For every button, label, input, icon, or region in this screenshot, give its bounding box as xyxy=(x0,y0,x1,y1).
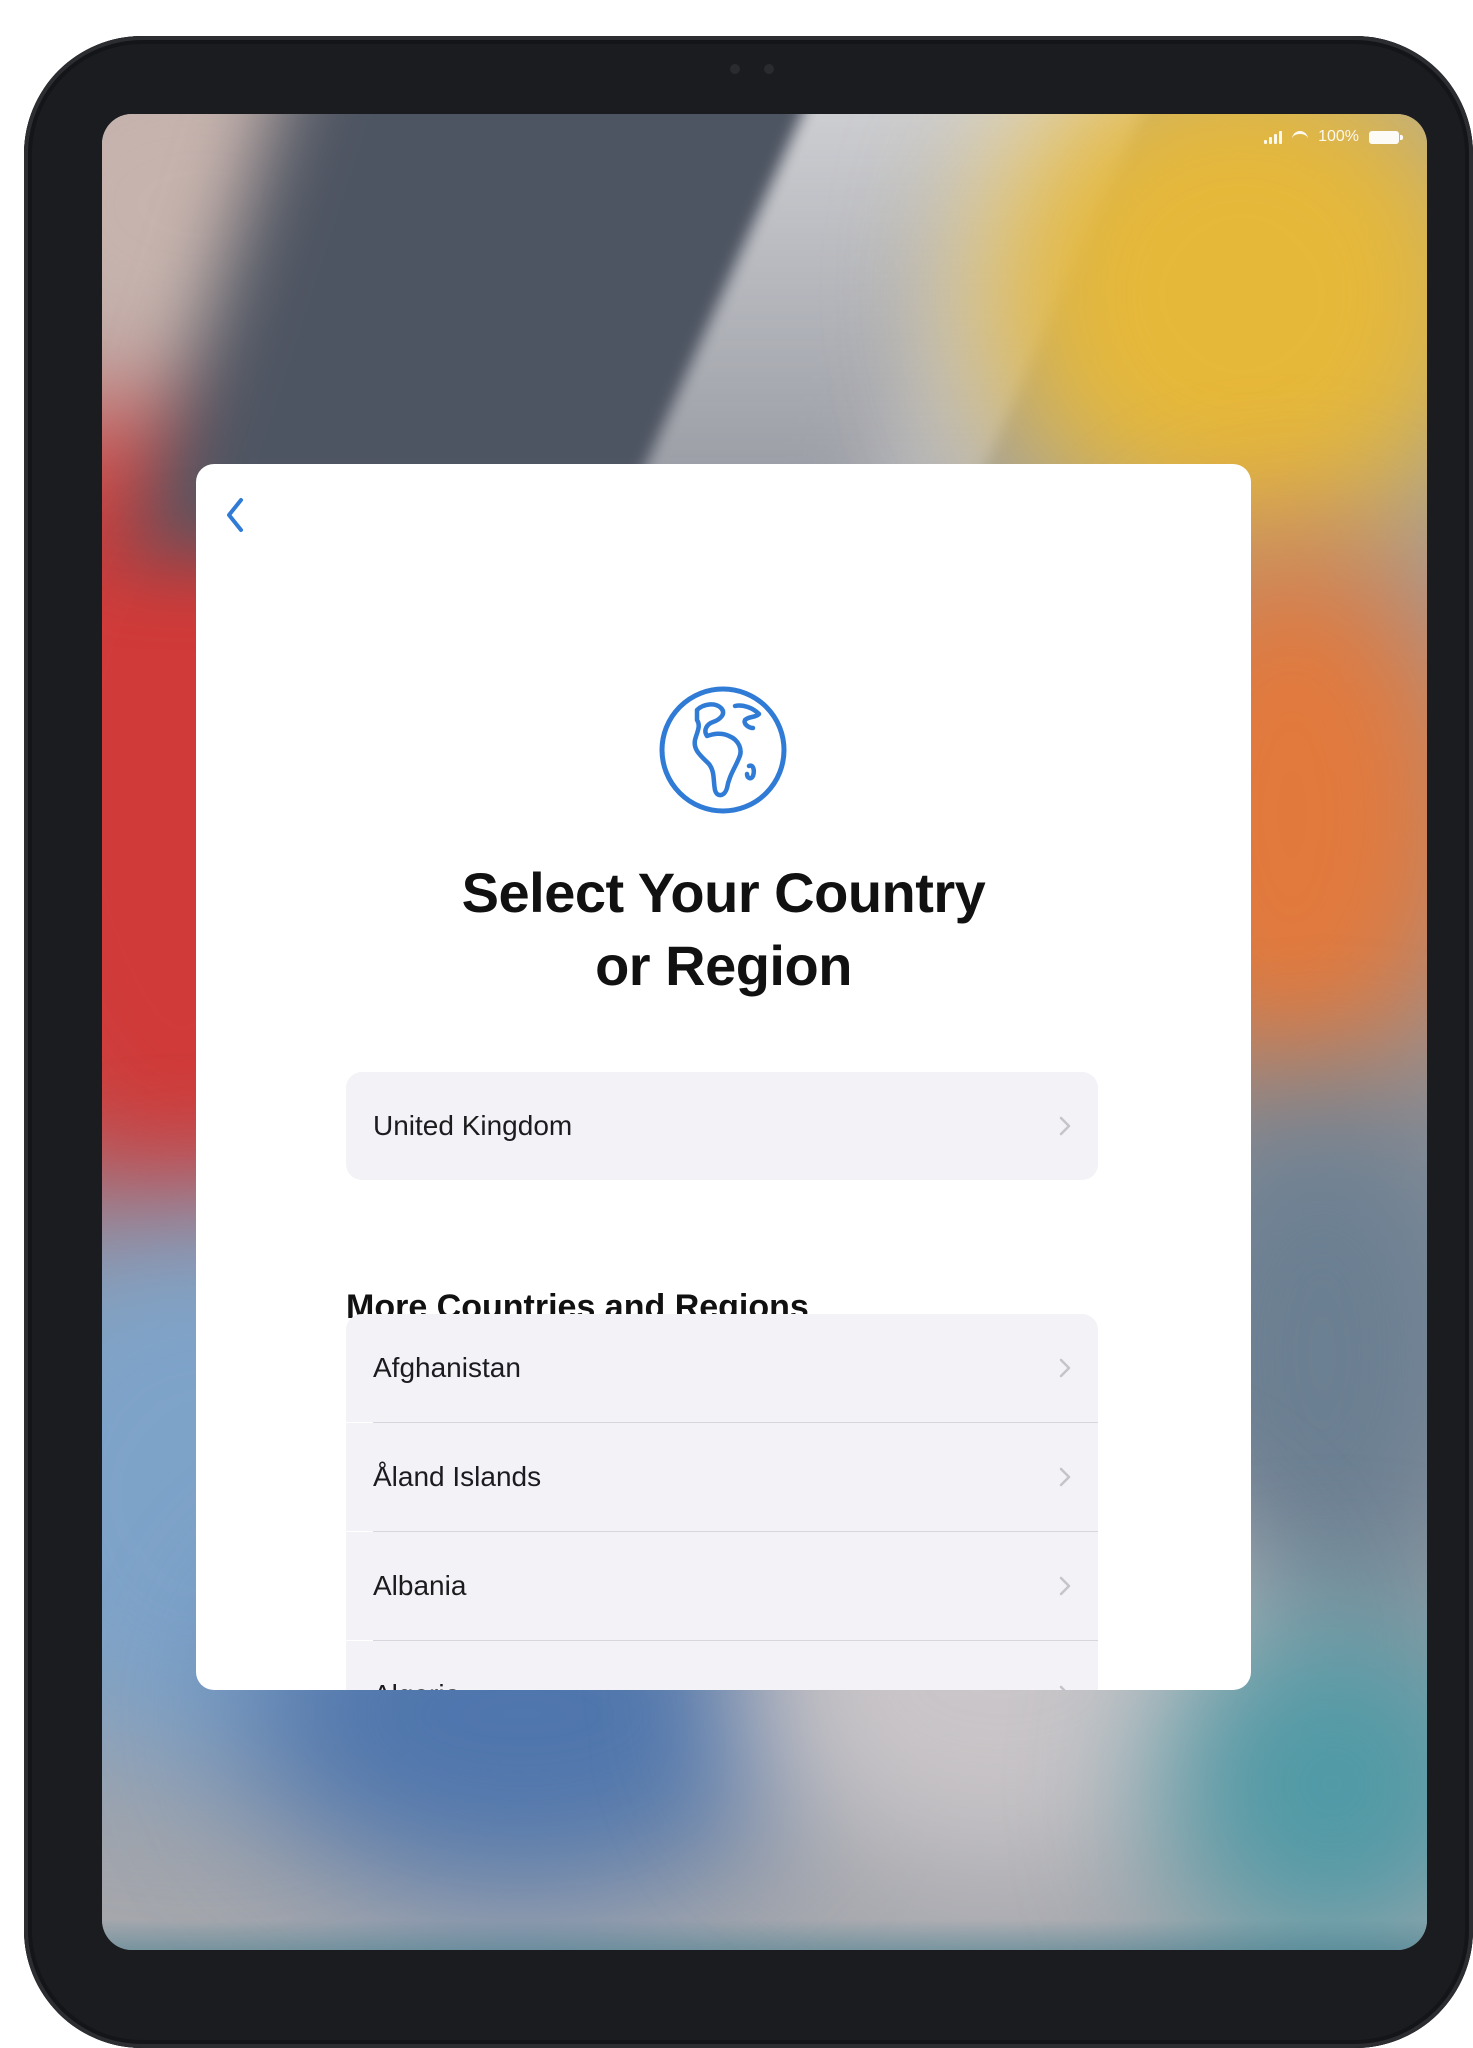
globe-icon xyxy=(659,686,787,814)
suggested-country-row[interactable]: United Kingdom xyxy=(346,1072,1098,1180)
country-row-aland-islands[interactable]: Åland Islands xyxy=(346,1423,1098,1531)
chevron-right-icon xyxy=(1059,1685,1066,1690)
screen-bottom-edge xyxy=(102,1920,1427,1950)
camera-dot xyxy=(730,64,740,74)
country-label: Algeria xyxy=(373,1679,1058,1690)
status-bar: 100% xyxy=(1264,128,1403,146)
back-button[interactable] xyxy=(212,492,258,538)
chevron-right-icon xyxy=(1059,1358,1071,1378)
country-label: Åland Islands xyxy=(373,1461,542,1492)
suggested-country-label: United Kingdom xyxy=(373,1110,573,1141)
country-label: Albania xyxy=(373,1570,467,1601)
wifi-icon xyxy=(1292,131,1309,143)
title-line-1: Select Your Country xyxy=(461,861,986,924)
battery-percent: 100% xyxy=(1318,128,1359,145)
country-row-albania[interactable]: Albania xyxy=(346,1532,1098,1640)
page-title: Select Your Country or Region xyxy=(196,856,1251,1002)
title-line-2: or Region xyxy=(595,934,852,997)
chevron-right-icon xyxy=(1059,1116,1071,1136)
chevron-right-icon xyxy=(1059,1467,1071,1487)
country-row-afghanistan[interactable]: Afghanistan xyxy=(346,1314,1098,1422)
country-label: Afghanistan xyxy=(373,1352,521,1383)
chevron-left-icon xyxy=(227,498,243,532)
country-row-algeria[interactable]: Algeria xyxy=(346,1641,1098,1690)
setup-sheet: Select Your Country or Region United Kin… xyxy=(196,464,1251,1690)
sensor-dot xyxy=(764,64,774,74)
chevron-right-icon xyxy=(1059,1576,1071,1596)
battery-icon xyxy=(1369,130,1403,144)
cellular-signal-icon xyxy=(1264,130,1283,144)
screen: 100% Select Your Country or Region Unite… xyxy=(102,114,1427,1950)
stage: 100% Select Your Country or Region Unite… xyxy=(0,0,1473,2048)
